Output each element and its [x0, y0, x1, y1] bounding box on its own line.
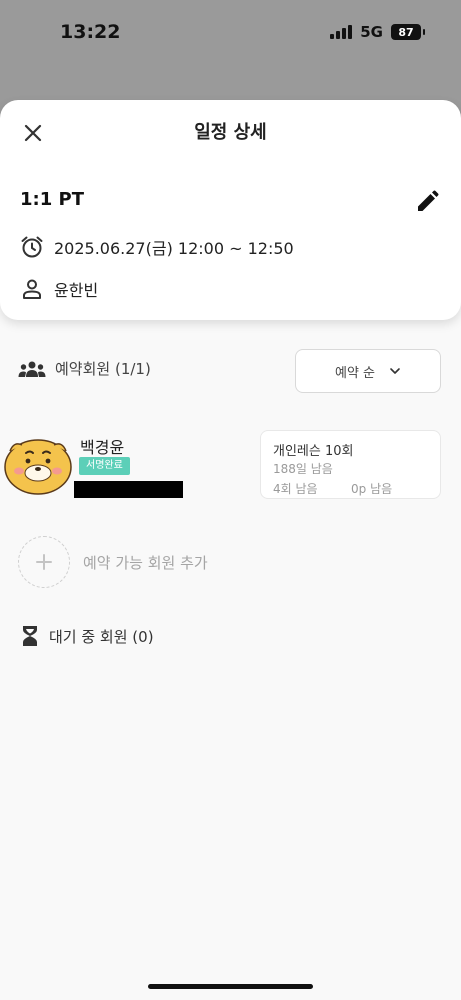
add-circle [18, 536, 70, 588]
plus-icon [36, 554, 52, 570]
pass-count-left: 4회 남음 [273, 482, 318, 496]
waitlist-header: 대기 중 회원 (0) [22, 625, 154, 647]
membership-pass-card: 개인레슨 10회 188일 남음 4회 남음 0p 남음 [260, 430, 441, 499]
lesson-name: 1:1 PT [20, 189, 84, 210]
signature-status-badge: 서명완료 [79, 457, 130, 475]
pencil-icon[interactable] [414, 189, 440, 215]
alarm-clock-icon [21, 236, 43, 258]
schedule-datetime-row: 2025.06.27(금) 12:00 ~ 12:50 [20, 235, 294, 259]
pass-days-left: 188일 남음 [273, 462, 333, 476]
waitlist-label: 대기 중 회원 (0) [49, 627, 154, 646]
status-time: 13:22 [60, 21, 121, 43]
sheet-title: 일정 상세 [194, 122, 267, 143]
instructor-name: 윤한빈 [54, 281, 99, 300]
reserved-members-count: 예약회원 (1/1) [55, 360, 151, 378]
avatar [4, 439, 72, 495]
battery-level: 87 [398, 25, 414, 39]
chevron-down-icon [390, 368, 400, 374]
cellular-signal-icon [330, 25, 353, 39]
hourglass-icon [23, 626, 37, 646]
add-member-button[interactable]: 예약 가능 회원 추가 [18, 536, 208, 588]
redacted-info [74, 481, 183, 498]
member-list-item[interactable]: 백경윤 서명완료 개인레슨 10회 188일 남음 4회 남음 0p 남음 [0, 425, 461, 510]
battery-icon: 87 [391, 24, 425, 40]
add-member-label: 예약 가능 회원 추가 [83, 553, 208, 572]
person-icon [23, 279, 41, 299]
sort-label: 예약 순 [334, 365, 375, 381]
status-indicators: 5G 87 [330, 23, 425, 41]
group-icon [18, 361, 46, 377]
status-bar: 13:22 5G 87 [0, 0, 461, 64]
reserved-members-header: 예약회원 (1/1) [18, 358, 151, 379]
schedule-datetime: 2025.06.27(금) 12:00 ~ 12:50 [54, 239, 294, 258]
instructor-row: 윤한빈 [20, 277, 98, 301]
pass-points-left: 0p 남음 [351, 482, 393, 496]
member-name: 백경윤 [80, 438, 125, 457]
home-indicator[interactable] [148, 984, 313, 989]
network-type: 5G [360, 23, 383, 41]
sort-dropdown[interactable]: 예약 순 [295, 349, 441, 393]
pass-name: 개인레슨 10회 [273, 444, 354, 459]
